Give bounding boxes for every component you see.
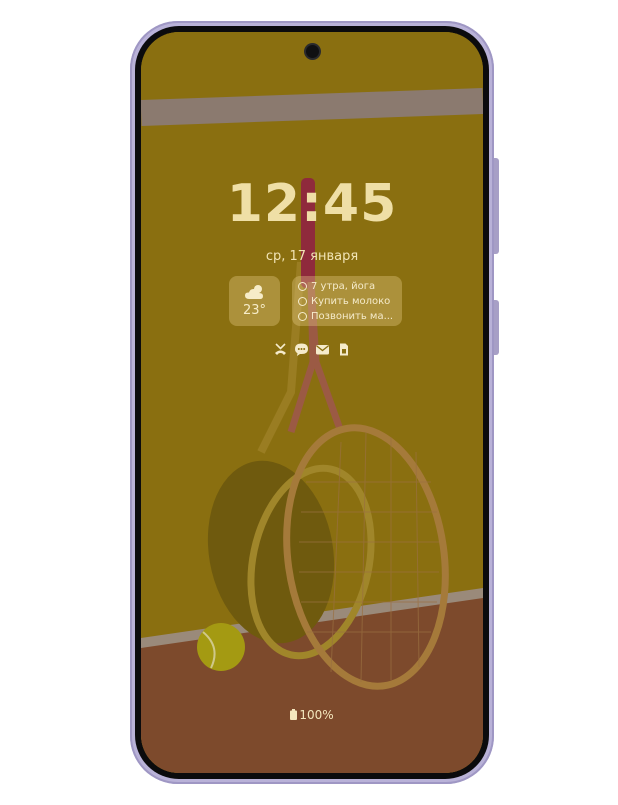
phone-frame: 12:45 ср, 17 января 23° 7 утра, йога Куп… (130, 21, 494, 784)
weather-temperature: 23° (242, 303, 267, 318)
cloud-sun-icon (244, 285, 263, 299)
reminder-item[interactable]: Купить молоко (298, 294, 402, 309)
battery-percentage: 100% (299, 708, 334, 722)
reminders-widget[interactable]: 7 утра, йога Купить молоко Позвонить ма.… (292, 276, 402, 326)
device-mockup: 12:45 ср, 17 января 23° 7 утра, йога Куп… (0, 0, 618, 805)
front-camera (305, 45, 319, 58)
sim-icon[interactable] (336, 342, 351, 357)
lock-screen[interactable]: 12:45 ср, 17 января 23° 7 утра, йога Куп… (141, 32, 483, 773)
reminder-item[interactable]: Позвонить ма... (298, 309, 402, 324)
notification-icons[interactable] (141, 342, 483, 357)
checkbox-circle-icon[interactable] (298, 297, 307, 306)
message-icon[interactable] (294, 342, 309, 357)
lockscreen-clock: 12:45 (226, 174, 398, 234)
reminder-text: Позвонить ма... (311, 311, 394, 322)
wallpaper-tennis-rackets (141, 32, 483, 773)
missed-call-icon[interactable] (273, 342, 288, 357)
reminder-text: 7 утра, йога (311, 281, 376, 292)
reminder-item[interactable]: 7 утра, йога (298, 279, 402, 294)
weather-widget[interactable]: 23° (229, 276, 280, 326)
reminder-text: Купить молоко (311, 296, 391, 307)
mail-icon[interactable] (315, 342, 330, 357)
phone-bezel: 12:45 ср, 17 января 23° 7 утра, йога Куп… (135, 26, 489, 779)
checkbox-circle-icon[interactable] (298, 312, 307, 321)
battery-icon (290, 709, 298, 720)
checkbox-circle-icon[interactable] (298, 282, 307, 291)
lockscreen-date: ср, 17 января (265, 249, 359, 264)
battery-status: 100% (141, 708, 483, 722)
